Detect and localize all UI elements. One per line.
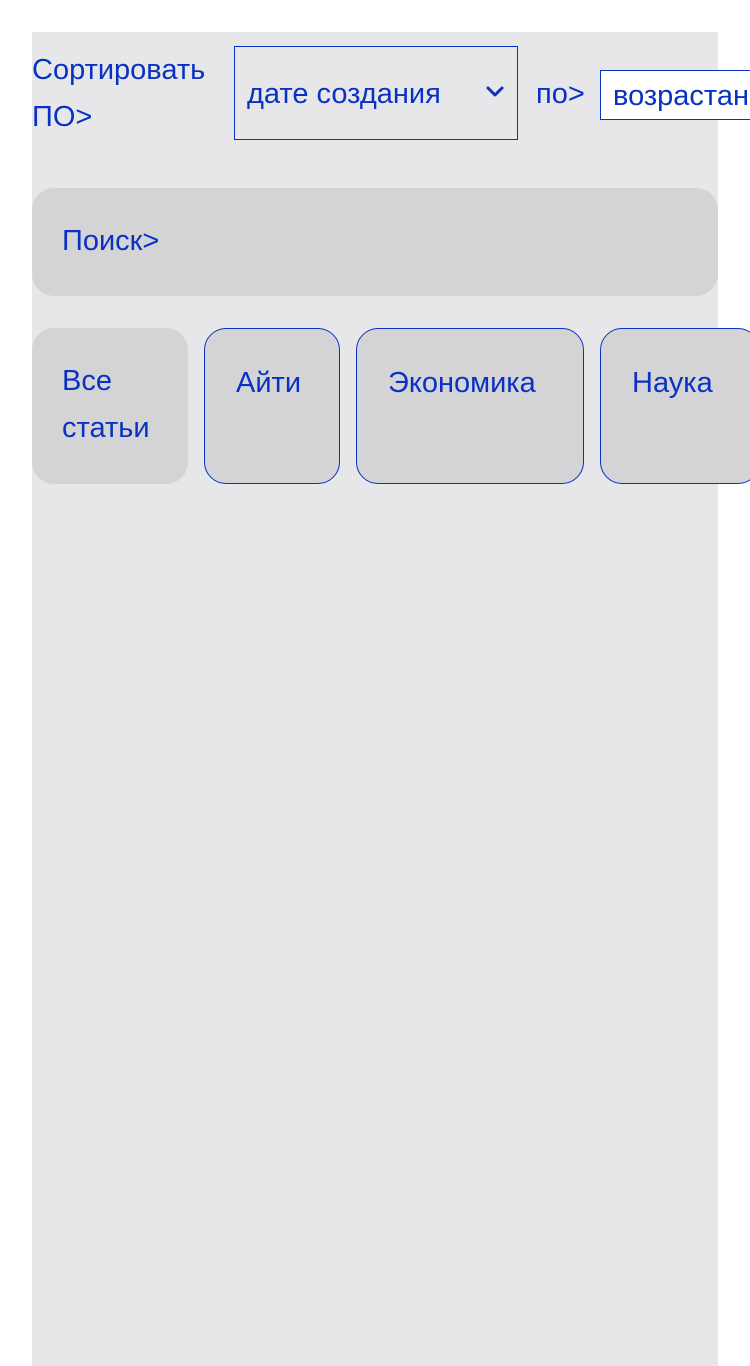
sort-order-value: возрастанию [613,80,750,112]
tab-label: Экономика [388,367,536,399]
search-input[interactable]: Поиск> [32,188,718,296]
tab-label: Наука [632,367,713,399]
tab-all-articles[interactable]: Все статьи [32,328,188,484]
tab-label: Все статьи [62,365,150,444]
tab-it[interactable]: Айти [204,328,340,484]
search-label: Поиск> [62,225,160,257]
sort-order-label: по> [536,78,585,110]
sort-order-select[interactable]: возрастанию [600,70,750,120]
tab-economics[interactable]: Экономика [356,328,584,484]
tab-label: Айти [236,367,302,399]
sort-label: Сортировать ПО> [32,54,206,133]
sort-field-select[interactable]: дате создания [234,46,518,140]
chevron-down-icon [486,86,504,97]
tab-science[interactable]: Наука [600,328,750,484]
sort-field-value: дате создания [247,78,441,110]
